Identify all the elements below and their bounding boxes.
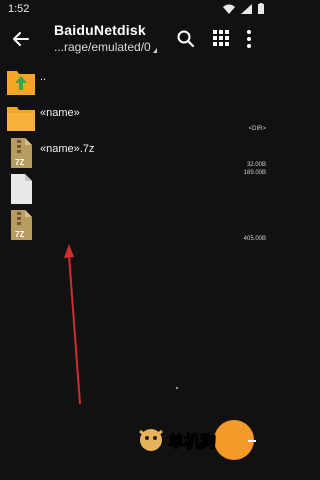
- archive-7z-icon: 7Z: [11, 138, 32, 168]
- status-bar: 1:52: [0, 0, 270, 20]
- search-icon[interactable]: [176, 29, 196, 49]
- status-time: 1:52: [8, 3, 30, 15]
- list-item-name: «name»: [40, 107, 80, 119]
- list-item-archive[interactable]: 7Z «name».7z 32.00B: [0, 134, 270, 170]
- signal-icon: [241, 3, 252, 14]
- list-item-meta: <DIR>: [248, 126, 266, 132]
- list-item-meta: 405.00B: [243, 236, 266, 242]
- current-path: ...rage/emulated/0: [54, 40, 151, 54]
- watermark-text: 单机狗: [167, 434, 217, 452]
- archive-7z-icon: 7Z: [11, 210, 32, 240]
- back-arrow-icon[interactable]: [10, 28, 32, 50]
- list-item-archive[interactable]: 7Z 405.00B: [0, 206, 270, 242]
- list-item-meta: 32.00B: [246, 162, 266, 168]
- list-item-file[interactable]: 189.00B: [0, 170, 270, 206]
- fab-bar-icon: [248, 440, 256, 442]
- status-icons: [223, 3, 264, 14]
- folder-icon: [7, 107, 35, 131]
- battery-icon: [258, 3, 264, 14]
- path-selector[interactable]: ...rage/emulated/0: [54, 40, 164, 54]
- list-item-folder[interactable]: «name» <DIR>: [0, 98, 270, 134]
- list-item-name: «name».7z: [40, 143, 95, 155]
- list-item-meta: 189.00B: [243, 170, 266, 176]
- file-icon: [11, 174, 32, 204]
- archive-badge-text: 7Z: [15, 230, 24, 239]
- title-block: BaiduNetdisk ...rage/emulated/0: [54, 22, 164, 54]
- grid-view-icon[interactable]: [212, 29, 230, 47]
- list-item-parent[interactable]: ..: [0, 62, 270, 98]
- path-dropdown-icon: [152, 48, 157, 53]
- more-options-icon[interactable]: [244, 29, 254, 49]
- list-item-name: ..: [40, 71, 47, 83]
- archive-badge-text: 7Z: [15, 158, 24, 167]
- wifi-icon: [223, 4, 235, 14]
- app-title: BaiduNetdisk: [54, 22, 146, 38]
- app-bar: BaiduNetdisk ...rage/emulated/0: [0, 20, 270, 60]
- folder-up-icon: [7, 71, 35, 95]
